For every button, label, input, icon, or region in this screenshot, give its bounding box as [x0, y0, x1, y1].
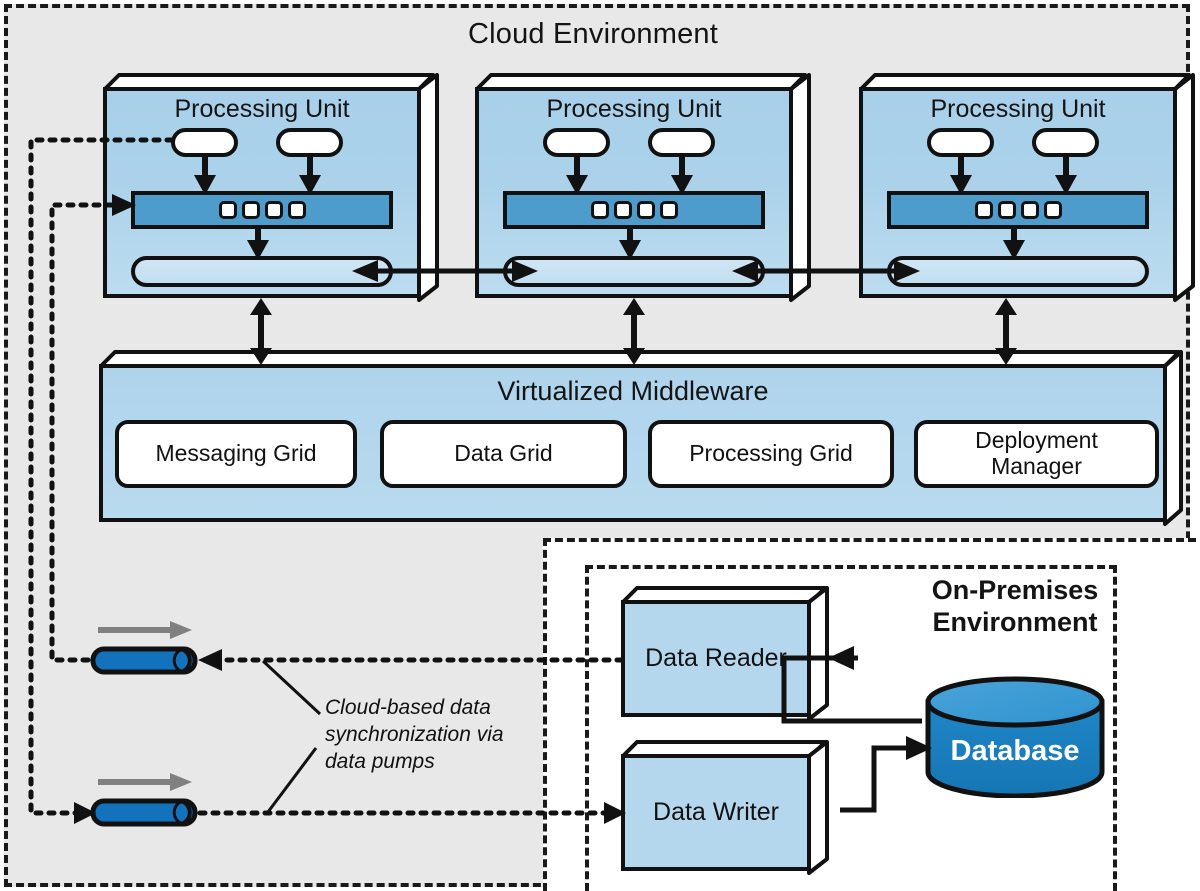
- annotation-line3: data pumps: [325, 749, 435, 773]
- replicated-cache-bar[interactable]: [503, 191, 765, 229]
- data-pump-annotation: Cloud-based data synchronization via dat…: [325, 695, 540, 776]
- cache-cell: [1020, 201, 1039, 219]
- processing-unit-label: Processing Unit: [930, 95, 1106, 123]
- service-capsule-b[interactable]: [648, 128, 715, 157]
- data-reader-label: Data Reader: [621, 600, 811, 717]
- data-pump-lower-flow-arrow-icon: [98, 773, 192, 791]
- cache-cell: [241, 201, 260, 219]
- cache-cell: [997, 201, 1016, 219]
- cache-cell: [974, 201, 993, 219]
- architecture-diagram: Cloud Environment Processing Unit Proces…: [0, 0, 1200, 891]
- annotation-line1: Cloud-based data: [325, 696, 491, 719]
- service-capsule-a[interactable]: [543, 128, 610, 157]
- data-pump-upper-icon[interactable]: [90, 646, 198, 675]
- onprem-title-line1: On-Premises: [931, 575, 1099, 605]
- data-pump-upper-flow-arrow-icon: [98, 621, 192, 639]
- data-bar[interactable]: [503, 256, 765, 287]
- middleware-data-grid[interactable]: Data Grid: [380, 420, 627, 488]
- service-capsule-b[interactable]: [1032, 128, 1099, 157]
- data-pump-lower-icon[interactable]: [90, 798, 198, 827]
- data-bar[interactable]: [131, 256, 393, 287]
- service-capsule-b[interactable]: [276, 128, 343, 157]
- cloud-environment-title: Cloud Environment: [467, 18, 719, 50]
- deployment-manager-label-line1: Deployment: [975, 427, 1098, 454]
- replicated-cache-bar[interactable]: [131, 191, 393, 229]
- messaging-grid-label: Messaging Grid: [155, 440, 317, 467]
- middleware-label: Virtualized Middleware: [497, 376, 769, 406]
- cache-cell: [264, 201, 283, 219]
- middleware-processing-grid[interactable]: Processing Grid: [648, 420, 894, 488]
- cache-cell: [1043, 201, 1062, 219]
- cache-cell: [613, 201, 632, 219]
- middleware-messaging-grid[interactable]: Messaging Grid: [115, 420, 357, 488]
- deployment-manager-label: Deployment Manager: [975, 427, 1098, 480]
- service-capsule-a[interactable]: [927, 128, 994, 157]
- annotation-line2: synchronization via: [325, 722, 504, 746]
- deployment-manager-label-line2: Manager: [991, 453, 1082, 479]
- onprem-title-line2: Environment: [932, 606, 1098, 637]
- cache-cell: [636, 201, 655, 219]
- cache-cell: [659, 201, 678, 219]
- replicated-cache-bar[interactable]: [887, 191, 1149, 229]
- service-capsule-a[interactable]: [171, 128, 238, 157]
- database-label: Database: [950, 735, 1080, 767]
- processing-unit-label: Processing Unit: [546, 95, 722, 123]
- cache-cell: [590, 201, 609, 219]
- onpremises-environment-title: On-Premises Environment: [895, 575, 1135, 639]
- data-bar[interactable]: [887, 256, 1149, 287]
- processing-unit-label: Processing Unit: [174, 95, 350, 123]
- cache-cell: [287, 201, 306, 219]
- data-writer-label: Data Writer: [621, 754, 811, 871]
- middleware-deployment-manager[interactable]: Deployment Manager: [914, 420, 1159, 488]
- data-grid-label: Data Grid: [454, 440, 553, 467]
- processing-grid-label: Processing Grid: [689, 440, 853, 467]
- cache-cell: [218, 201, 237, 219]
